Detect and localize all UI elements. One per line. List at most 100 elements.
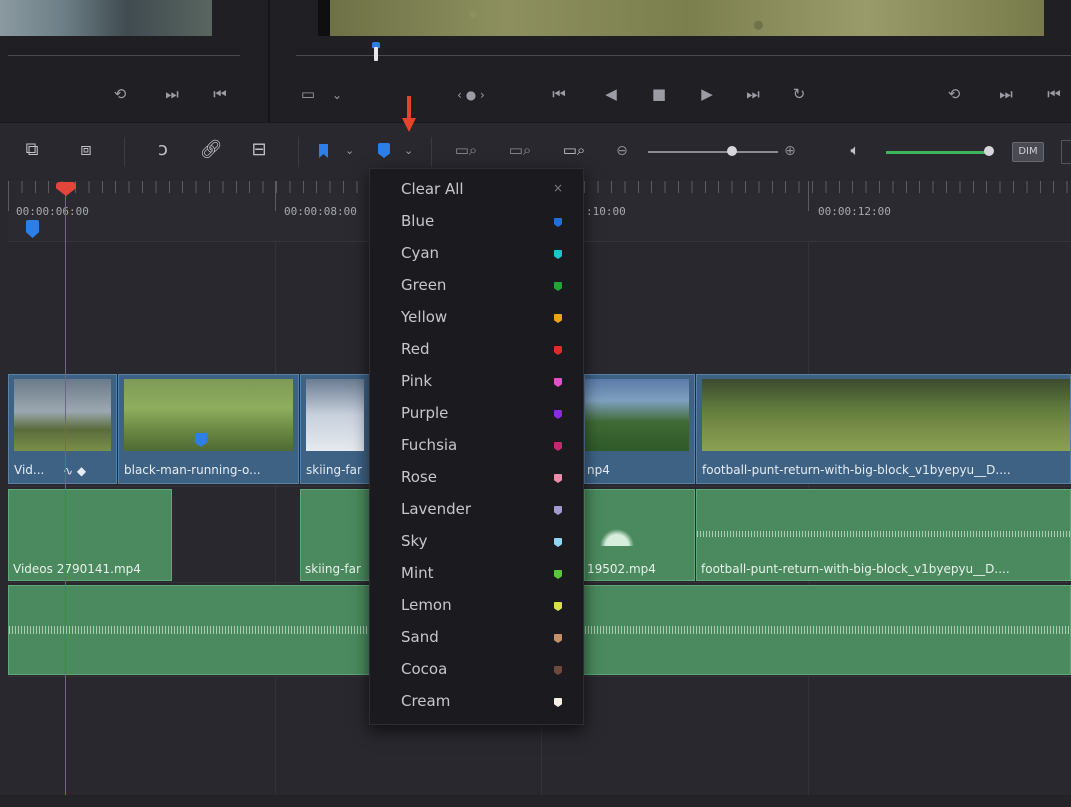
color-swatch-icon (554, 666, 562, 675)
video-clip[interactable]: Vid... ∿ ◆ (8, 374, 117, 484)
play-icon[interactable]: ▶ (696, 84, 718, 104)
menu-item-color-sky[interactable]: Sky (370, 526, 583, 558)
menu-item-clear-all[interactable]: Clear All × (370, 174, 583, 206)
linked-selection-icon[interactable]: 🔗︎ (198, 138, 224, 162)
audio-clip[interactable]: football-punt-return-with-big-block_v1by… (696, 489, 1071, 581)
menu-item-color-rose[interactable]: Rose (370, 462, 583, 494)
menu-item-label: Blue (401, 212, 435, 230)
color-swatch-icon (554, 282, 562, 291)
mark-out-icon[interactable]: ⏭ (160, 84, 184, 104)
full-extent-zoom-icon[interactable]: ▭⌕ (446, 138, 486, 162)
clip-label: np4 (587, 463, 610, 477)
mark-in-icon[interactable]: ⏮ (1042, 84, 1066, 104)
ruler-major-tick (808, 181, 809, 211)
menu-item-color-lavender[interactable]: Lavender (370, 494, 583, 526)
track-gridline (275, 241, 276, 807)
source-scrub-bar[interactable] (8, 55, 240, 56)
reverse-play-icon[interactable]: ◀ (600, 84, 622, 104)
menu-item-color-fuchsia[interactable]: Fuchsia (370, 430, 583, 462)
go-to-end-icon[interactable]: ⏭ (740, 84, 766, 104)
menu-item-color-purple[interactable]: Purple (370, 398, 583, 430)
video-clip[interactable]: football-punt-return-with-big-block_v1by… (696, 374, 1071, 484)
chevron-down-icon[interactable]: ⌄ (330, 85, 344, 105)
dim-button[interactable]: DIM (1012, 142, 1044, 162)
go-to-start-icon[interactable]: ⏮ (546, 84, 572, 104)
loop-playback-icon[interactable]: ↻ (786, 84, 812, 104)
toolbar-separator (431, 137, 432, 167)
loop-icon[interactable]: ⟲ (108, 84, 132, 104)
ruler-major-tick (8, 181, 9, 211)
video-clip[interactable]: skiing-far (300, 374, 370, 484)
clip-thumbnail (702, 379, 1070, 451)
menu-item-label: Fuchsia (401, 436, 458, 454)
snapping-icon[interactable]: ↄ (150, 138, 176, 162)
color-swatch-icon (554, 474, 562, 483)
ruler-major-tick (275, 181, 276, 211)
clip-label: skiing-far (306, 463, 362, 477)
insert-clip-icon[interactable]: ⧉ (18, 138, 46, 162)
keyframe-icon[interactable]: ∿ ◆ (63, 464, 86, 478)
clip-thumbnail (306, 379, 364, 451)
menu-item-color-mint[interactable]: Mint (370, 558, 583, 590)
scrub-playhead[interactable] (372, 42, 380, 62)
menu-item-label: Purple (401, 404, 449, 422)
clip-label: Videos 2790141.mp4 (13, 562, 141, 576)
custom-zoom-icon[interactable]: ▭⌕ (554, 138, 594, 162)
menu-item-color-lemon[interactable]: Lemon (370, 590, 583, 622)
menu-item-label: Cream (401, 692, 451, 710)
clip-label: football-punt-return-with-big-block_v1by… (701, 562, 1010, 576)
clip-thumbnail (124, 379, 293, 451)
menu-item-label: Lemon (401, 596, 452, 614)
zoom-in-icon[interactable]: ⊕ (782, 139, 798, 163)
menu-item-label: Sky (401, 532, 428, 550)
volume-slider-knob[interactable] (984, 146, 994, 156)
close-icon: × (553, 181, 564, 195)
position-lock-icon[interactable]: ⊟ (246, 138, 272, 162)
detail-zoom-icon[interactable]: ▭⌕ (500, 138, 540, 162)
audio-waveform (697, 531, 1070, 537)
overwrite-clip-icon[interactable]: ⧈ (72, 138, 100, 162)
menu-item-color-cocoa[interactable]: Cocoa (370, 654, 583, 686)
clip-thumbnail (585, 379, 689, 451)
chevron-down-icon[interactable]: ⌄ (404, 144, 413, 157)
clip-label: black-man-running-o... (124, 463, 261, 477)
timecode-label: 00:00:12:00 (818, 205, 891, 218)
view-options-icon[interactable]: ▭ (296, 84, 320, 104)
stop-icon[interactable]: ■ (648, 84, 670, 104)
zoom-slider-knob[interactable] (727, 146, 737, 156)
menu-item-color-pink[interactable]: Pink (370, 366, 583, 398)
timecode-label: 00:00:06:00 (16, 205, 89, 218)
color-swatch-icon (554, 570, 562, 579)
mark-in-icon[interactable]: ⏮ (208, 84, 232, 104)
clip-label: Vid... (14, 463, 45, 477)
audio-clip[interactable]: 19502.mp4 (584, 489, 695, 581)
menu-item-label: Green (401, 276, 447, 294)
menu-item-color-green[interactable]: Green (370, 270, 583, 302)
menu-item-color-yellow[interactable]: Yellow (370, 302, 583, 334)
menu-item-color-blue[interactable]: Blue (370, 206, 583, 238)
toolbar-edge-button[interactable] (1061, 140, 1071, 164)
audio-clip[interactable]: skiing-far (300, 489, 370, 581)
clip-thumbnail (14, 379, 111, 451)
color-swatch-icon (554, 442, 562, 451)
video-clip[interactable]: np4 (584, 374, 695, 484)
menu-item-color-sand[interactable]: Sand (370, 622, 583, 654)
video-clip[interactable]: black-man-running-o... (118, 374, 299, 484)
timeline-bottom-bar (0, 795, 1071, 807)
menu-item-label: Cocoa (401, 660, 448, 678)
speaker-icon[interactable]: 🔈︎ (842, 138, 868, 162)
mark-out-icon[interactable]: ⏭ (994, 84, 1018, 104)
zoom-slider-track[interactable] (648, 151, 778, 153)
chevron-down-icon[interactable]: ⌄ (345, 144, 354, 157)
prev-next-edit-icon[interactable]: ‹ ● › (443, 85, 499, 105)
audio-clip[interactable]: Videos 2790141.mp4 (8, 489, 172, 581)
audio-waveform (597, 526, 637, 546)
menu-item-color-cream[interactable]: Cream (370, 686, 583, 718)
timeline-scrub-bar[interactable] (296, 55, 1071, 56)
viewer-border (318, 0, 330, 36)
menu-item-color-cyan[interactable]: Cyan (370, 238, 583, 270)
zoom-out-icon[interactable]: ⊖ (614, 139, 630, 163)
volume-slider-track[interactable] (886, 151, 986, 154)
menu-item-color-red[interactable]: Red (370, 334, 583, 366)
loop-icon[interactable]: ⟲ (942, 84, 966, 104)
